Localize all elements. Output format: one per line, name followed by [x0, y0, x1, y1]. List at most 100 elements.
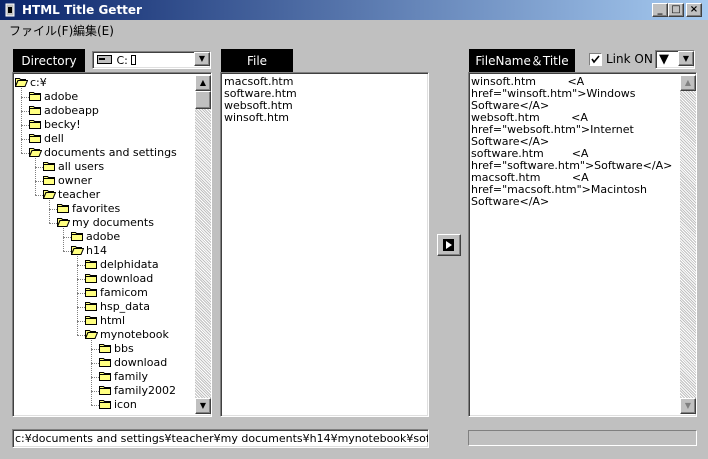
tree-item-label: becky! — [44, 118, 81, 131]
tree-item[interactable]: download — [99, 356, 167, 370]
tree-item[interactable]: delphidata — [85, 258, 159, 272]
progress-bar — [468, 430, 697, 446]
close-button[interactable]: × — [686, 3, 702, 17]
minimize-button[interactable]: _ — [652, 3, 668, 17]
app-icon[interactable] — [3, 2, 17, 18]
link-mode-select[interactable]: ▼ ▼ — [655, 50, 695, 69]
tree-item[interactable]: family — [99, 370, 148, 384]
result-text[interactable]: winsoft.htm <A href="winsoft.htm">Windows… — [471, 76, 677, 208]
tree-item[interactable]: adobeapp — [29, 104, 99, 118]
folder-icon — [99, 343, 112, 353]
scroll-up-button[interactable]: ▲ — [680, 75, 696, 91]
folder-open-icon — [15, 77, 28, 87]
directory-header: Directory — [13, 49, 85, 73]
scroll-down-button[interactable]: ▼ — [680, 398, 696, 414]
file-header: File — [221, 49, 293, 73]
tree-connector — [21, 97, 29, 98]
tree-connector — [91, 377, 99, 378]
tree-item[interactable]: html — [85, 314, 125, 328]
tree-item[interactable]: favorites — [57, 202, 120, 216]
tree-item-label: h14 — [86, 244, 107, 257]
tree-item[interactable]: bbs — [99, 342, 134, 356]
folder-icon — [71, 231, 84, 241]
tree-connector — [35, 167, 43, 168]
scroll-thumb[interactable] — [195, 91, 211, 109]
result-line: Software</A> — [471, 195, 550, 208]
tree-item[interactable]: documents and settings — [29, 146, 177, 160]
tree-item[interactable]: famicom — [85, 286, 148, 300]
folder-icon — [99, 371, 112, 381]
filename-title-header: FileName＆Title — [469, 49, 575, 73]
menu-edit[interactable]: 編集(E) — [73, 22, 114, 39]
tree-item[interactable]: download — [85, 272, 153, 286]
maximize-button[interactable]: □ — [668, 3, 684, 17]
path-text[interactable]: c:¥documents and settings¥teacher¥my doc… — [15, 432, 428, 445]
close-icon: × — [689, 4, 699, 15]
link-mode-dropdown-button[interactable]: ▼ — [678, 51, 694, 66]
tree-item[interactable]: icon — [99, 398, 137, 412]
tree-connector — [77, 335, 85, 336]
tree-item[interactable]: family2002 — [99, 384, 176, 398]
tree-item[interactable]: dell — [29, 132, 64, 146]
tree-connector — [63, 237, 71, 238]
result-scrollbar[interactable]: ▲ ▼ — [680, 75, 696, 414]
run-button[interactable] — [437, 234, 461, 256]
tree-item[interactable]: all users — [43, 160, 104, 174]
link-mode-value: ▼ — [659, 52, 669, 67]
tree-item-label: owner — [58, 174, 92, 187]
title-bar[interactable]: HTML Title Getter _ □ × — [0, 0, 708, 20]
tree-connector — [77, 307, 85, 308]
tree-item[interactable]: adobe — [29, 90, 78, 104]
tree-connector — [49, 200, 50, 223]
folder-icon — [29, 119, 42, 129]
folder-icon — [57, 203, 70, 213]
folder-open-icon — [29, 147, 42, 157]
tree-item[interactable]: adobe — [71, 230, 120, 244]
scroll-up-button[interactable]: ▲ — [195, 75, 211, 91]
tree-item[interactable]: becky! — [29, 118, 81, 132]
tree-connector — [91, 405, 99, 406]
link-on-checkbox[interactable] — [589, 53, 602, 66]
folder-icon — [43, 175, 56, 185]
tree-item[interactable]: c:¥ — [15, 76, 47, 90]
folder-icon — [99, 385, 112, 395]
result-panel[interactable]: winsoft.htm <A href="winsoft.htm">Windows… — [468, 72, 697, 417]
directory-scrollbar[interactable]: ▲ ▼ — [195, 75, 211, 414]
tree-item-label: download — [114, 356, 168, 369]
chevron-down-icon: ▼ — [684, 401, 692, 410]
drive-icon — [97, 55, 112, 64]
menu-file[interactable]: ファイル(F) — [9, 22, 73, 39]
tree-item-label: dell — [44, 132, 64, 145]
folder-icon — [43, 161, 56, 171]
tree-item[interactable]: hsp_data — [85, 300, 150, 314]
tree-connector — [77, 279, 85, 280]
tree-item[interactable]: teacher — [43, 188, 100, 202]
chevron-down-icon: ▼ — [682, 54, 690, 63]
folder-open-icon — [85, 329, 98, 339]
tree-connector — [63, 228, 64, 251]
scroll-down-button[interactable]: ▼ — [195, 398, 211, 414]
tree-item-label: adobe — [86, 230, 121, 243]
file-list[interactable]: macsoft.htm software.htm websoft.htm win… — [220, 72, 429, 417]
check-icon — [591, 55, 600, 64]
path-field[interactable]: c:¥documents and settings¥teacher¥my doc… — [12, 429, 429, 448]
tree-item-label: delphidata — [100, 258, 159, 271]
folder-open-icon — [57, 217, 70, 227]
tree-item[interactable]: my documents — [57, 216, 154, 230]
tree-item-label: html — [100, 314, 126, 327]
folder-icon — [85, 259, 98, 269]
tree-connector — [91, 363, 99, 364]
maximize-icon: □ — [671, 4, 681, 15]
directory-tree[interactable]: c:¥ adobe adobeapp becky! dell documents and … — [12, 72, 212, 417]
tree-item[interactable]: owner — [43, 174, 92, 188]
folder-open-icon — [43, 189, 56, 199]
drive-select[interactable]: C: ▼ — [92, 51, 211, 69]
tree-connector — [35, 158, 36, 195]
list-item[interactable]: winsoft.htm — [224, 112, 425, 124]
tree-item[interactable]: mynotebook — [85, 328, 169, 342]
drive-dropdown-button[interactable]: ▼ — [194, 52, 210, 66]
tree-item-label: famicom — [100, 286, 148, 299]
tree-item-label: icon — [114, 398, 137, 411]
tree-connector — [35, 195, 43, 196]
tree-connector — [91, 340, 92, 405]
